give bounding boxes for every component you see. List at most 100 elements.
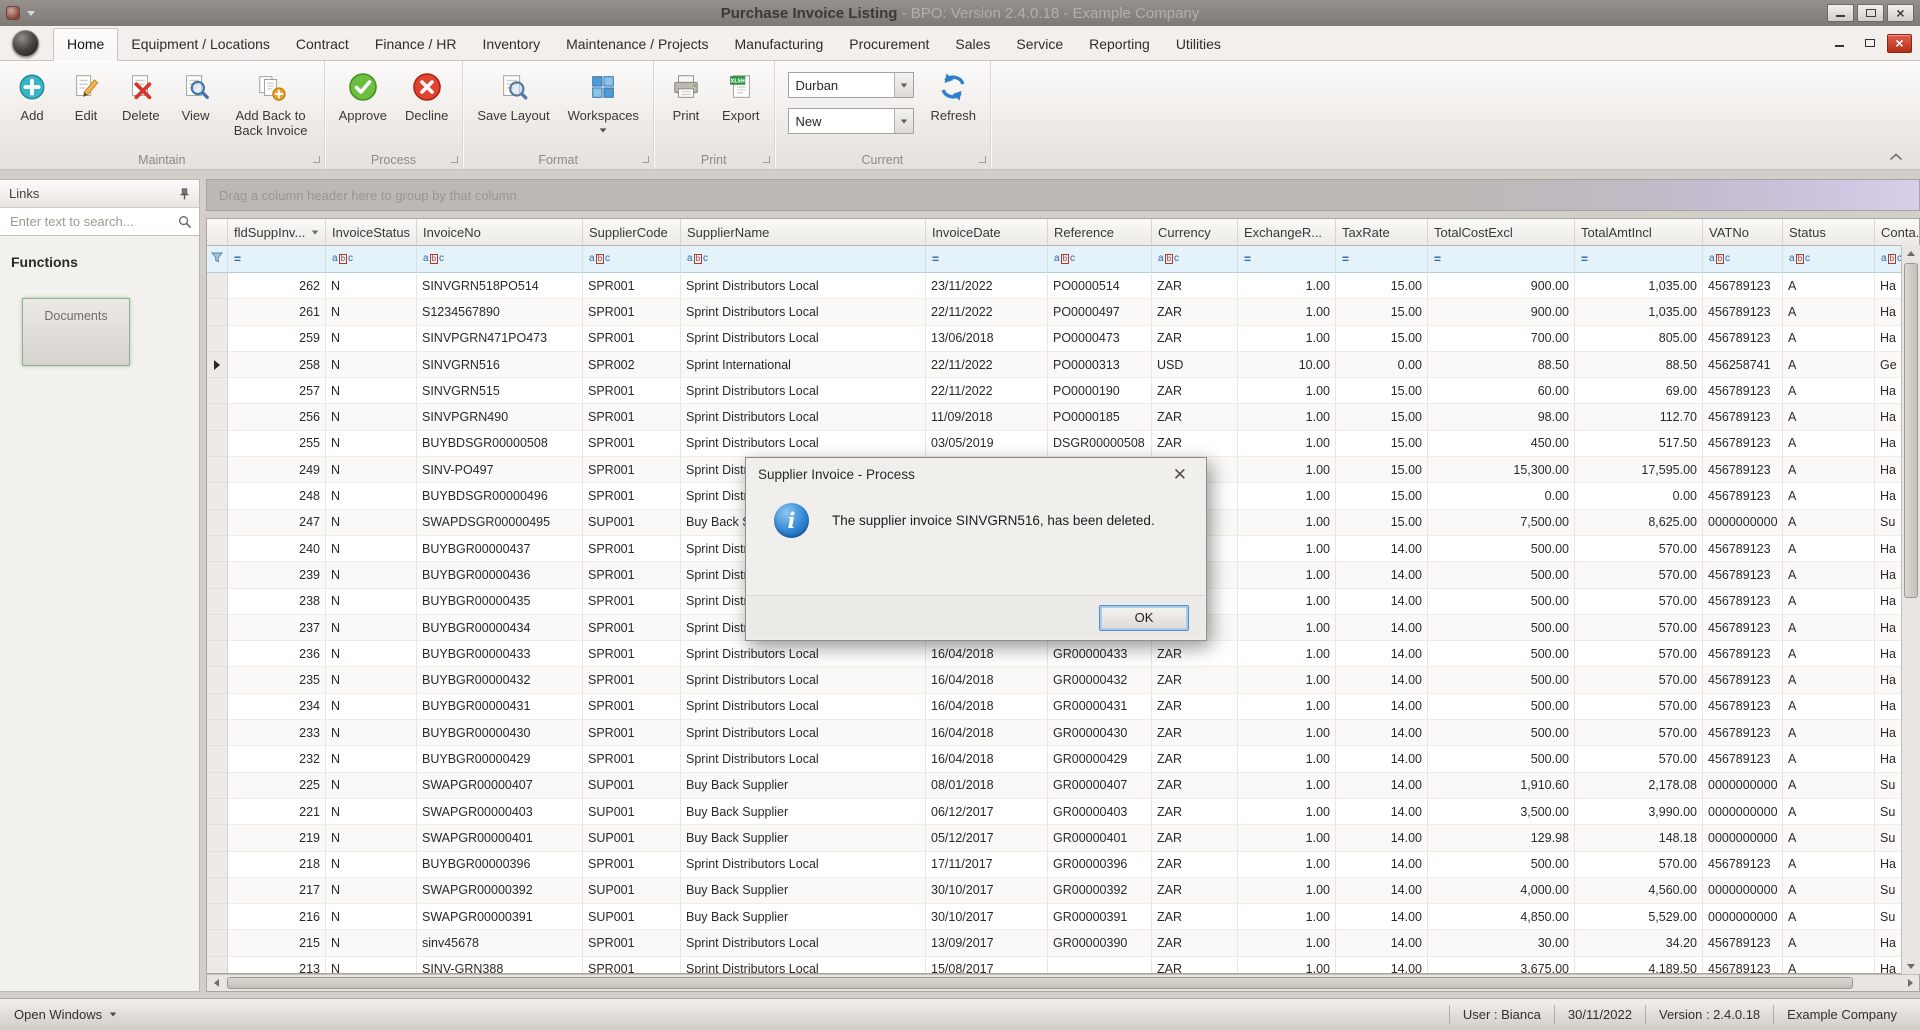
- cell-totalcostexcl[interactable]: 30.00: [1428, 930, 1575, 956]
- cell-status[interactable]: A: [1783, 404, 1875, 430]
- cell-exchanger[interactable]: 1.00: [1238, 957, 1336, 973]
- cell-vatno[interactable]: 456789123: [1703, 562, 1783, 588]
- cell-exchanger[interactable]: 1.00: [1238, 720, 1336, 746]
- cell-suppliercode[interactable]: SPR001: [583, 536, 681, 562]
- cell-exchanger[interactable]: 1.00: [1238, 930, 1336, 956]
- cell-invoiceno[interactable]: BUYBGR00000433: [417, 641, 583, 667]
- cell-vatno[interactable]: 456789123: [1703, 326, 1783, 352]
- search-input[interactable]: [8, 213, 174, 230]
- cell-currency[interactable]: ZAR: [1152, 273, 1238, 299]
- column-header-invoicedate[interactable]: InvoiceDate: [926, 219, 1048, 246]
- cell-status[interactable]: A: [1783, 615, 1875, 641]
- cell-invoiceno[interactable]: SINV-PO497: [417, 457, 583, 483]
- cell-invoicedate[interactable]: 03/05/2019: [926, 431, 1048, 457]
- cell-fldsuppinv[interactable]: 249: [228, 457, 326, 483]
- cell-currency[interactable]: ZAR: [1152, 746, 1238, 772]
- cell-vatno[interactable]: 456789123: [1703, 457, 1783, 483]
- cell-suppliercode[interactable]: SPR001: [583, 457, 681, 483]
- table-row[interactable]: 256NSINVPGRN490SPR001Sprint Distributors…: [207, 404, 1919, 430]
- cell-status[interactable]: A: [1783, 720, 1875, 746]
- cell-status[interactable]: A: [1783, 589, 1875, 615]
- tab-home[interactable]: Home: [53, 28, 118, 61]
- cell-exchanger[interactable]: 1.00: [1238, 326, 1336, 352]
- cell-totalamtincl[interactable]: 2,178.08: [1575, 773, 1703, 799]
- cell-reference[interactable]: GR00000390: [1048, 930, 1152, 956]
- cell-exchanger[interactable]: 1.00: [1238, 904, 1336, 930]
- cell-currency[interactable]: ZAR: [1152, 326, 1238, 352]
- cell-fldsuppinv[interactable]: 256: [228, 404, 326, 430]
- table-row[interactable]: 255NBUYBDSGR00000508SPR001Sprint Distrib…: [207, 431, 1919, 457]
- table-row[interactable]: 235NBUYBGR00000432SPR001Sprint Distribut…: [207, 667, 1919, 693]
- cell-totalamtincl[interactable]: 570.00: [1575, 562, 1703, 588]
- cell-currency[interactable]: ZAR: [1152, 878, 1238, 904]
- cell-taxrate[interactable]: 14.00: [1336, 957, 1428, 973]
- cell-invoicedate[interactable]: 22/11/2022: [926, 378, 1048, 404]
- tab-sales[interactable]: Sales: [942, 29, 1003, 60]
- cell-reference[interactable]: DSGR00000508: [1048, 431, 1152, 457]
- cell-invoicedate[interactable]: 15/08/2017: [926, 957, 1048, 973]
- cell-currency[interactable]: ZAR: [1152, 299, 1238, 325]
- cell-totalamtincl[interactable]: 148.18: [1575, 825, 1703, 851]
- cell-suppliercode[interactable]: SPR001: [583, 957, 681, 973]
- cell-vatno[interactable]: 456789123: [1703, 378, 1783, 404]
- cell-fldsuppinv[interactable]: 237: [228, 615, 326, 641]
- cell-status[interactable]: A: [1783, 957, 1875, 973]
- scroll-left-arrow[interactable]: [207, 975, 225, 991]
- cell-totalcostexcl[interactable]: 98.00: [1428, 404, 1575, 430]
- cell-suppliercode[interactable]: SPR001: [583, 930, 681, 956]
- cell-invoiceno[interactable]: SWAPGR00000407: [417, 773, 583, 799]
- cell-fldsuppinv[interactable]: 255: [228, 431, 326, 457]
- cell-taxrate[interactable]: 15.00: [1336, 326, 1428, 352]
- cell-reference[interactable]: GR00000401: [1048, 825, 1152, 851]
- cell-reference[interactable]: GR00000429: [1048, 746, 1152, 772]
- cell-totalcostexcl[interactable]: 500.00: [1428, 562, 1575, 588]
- column-header-reference[interactable]: Reference: [1048, 219, 1152, 246]
- cell-suppliercode[interactable]: SPR001: [583, 483, 681, 509]
- table-row[interactable]: 236NBUYBGR00000433SPR001Sprint Distribut…: [207, 641, 1919, 667]
- cell-invoicestatus[interactable]: N: [326, 404, 417, 430]
- cell-totalcostexcl[interactable]: 900.00: [1428, 273, 1575, 299]
- cell-exchanger[interactable]: 1.00: [1238, 378, 1336, 404]
- cell-fldsuppinv[interactable]: 216: [228, 904, 326, 930]
- cell-invoicestatus[interactable]: N: [326, 457, 417, 483]
- tab-inventory[interactable]: Inventory: [470, 29, 554, 60]
- cell-invoicedate[interactable]: 30/10/2017: [926, 878, 1048, 904]
- cell-totalamtincl[interactable]: 570.00: [1575, 536, 1703, 562]
- cell-invoicestatus[interactable]: N: [326, 641, 417, 667]
- cell-totalcostexcl[interactable]: 500.00: [1428, 746, 1575, 772]
- filter-cell-status[interactable]: abc: [1783, 246, 1875, 273]
- cell-vatno[interactable]: 456789123: [1703, 957, 1783, 973]
- dialog-close-icon[interactable]: ✕: [1166, 464, 1194, 485]
- cell-invoiceno[interactable]: BUYBGR00000429: [417, 746, 583, 772]
- cell-suppliername[interactable]: Sprint Distributors Local: [681, 694, 926, 720]
- column-header-taxrate[interactable]: TaxRate: [1336, 219, 1428, 246]
- cell-totalcostexcl[interactable]: 3,500.00: [1428, 799, 1575, 825]
- cell-suppliercode[interactable]: SPR001: [583, 378, 681, 404]
- cell-suppliername[interactable]: Buy Back Supplier: [681, 878, 926, 904]
- cell-totalamtincl[interactable]: 4,560.00: [1575, 878, 1703, 904]
- cell-totalamtincl[interactable]: 570.00: [1575, 852, 1703, 878]
- cell-vatno[interactable]: 456789123: [1703, 694, 1783, 720]
- cell-invoicedate[interactable]: 30/10/2017: [926, 904, 1048, 930]
- cell-invoicestatus[interactable]: N: [326, 536, 417, 562]
- filter-cell-totalamtincl[interactable]: =: [1575, 246, 1703, 273]
- cell-invoicestatus[interactable]: N: [326, 746, 417, 772]
- combo-dropdown-button[interactable]: [894, 109, 913, 133]
- cell-invoicestatus[interactable]: N: [326, 510, 417, 536]
- cell-suppliername[interactable]: Sprint Distributors Local: [681, 404, 926, 430]
- cell-taxrate[interactable]: 14.00: [1336, 641, 1428, 667]
- h-scrollbar[interactable]: [206, 974, 1920, 992]
- cell-invoicedate[interactable]: 11/09/2018: [926, 404, 1048, 430]
- cell-totalcostexcl[interactable]: 129.98: [1428, 825, 1575, 851]
- cell-invoiceno[interactable]: SINVGRN518PO514: [417, 273, 583, 299]
- cell-vatno[interactable]: 456789123: [1703, 852, 1783, 878]
- column-header-suppliercode[interactable]: SupplierCode: [583, 219, 681, 246]
- view-button[interactable]: View: [170, 65, 222, 151]
- open-windows-button[interactable]: Open Windows: [10, 1007, 121, 1022]
- cell-invoicedate[interactable]: 16/04/2018: [926, 641, 1048, 667]
- cell-vatno[interactable]: 0000000000: [1703, 878, 1783, 904]
- cell-suppliercode[interactable]: SPR002: [583, 352, 681, 378]
- cell-invoiceno[interactable]: BUYBGR00000396: [417, 852, 583, 878]
- cell-fldsuppinv[interactable]: 258: [228, 352, 326, 378]
- cell-invoicedate[interactable]: 16/04/2018: [926, 667, 1048, 693]
